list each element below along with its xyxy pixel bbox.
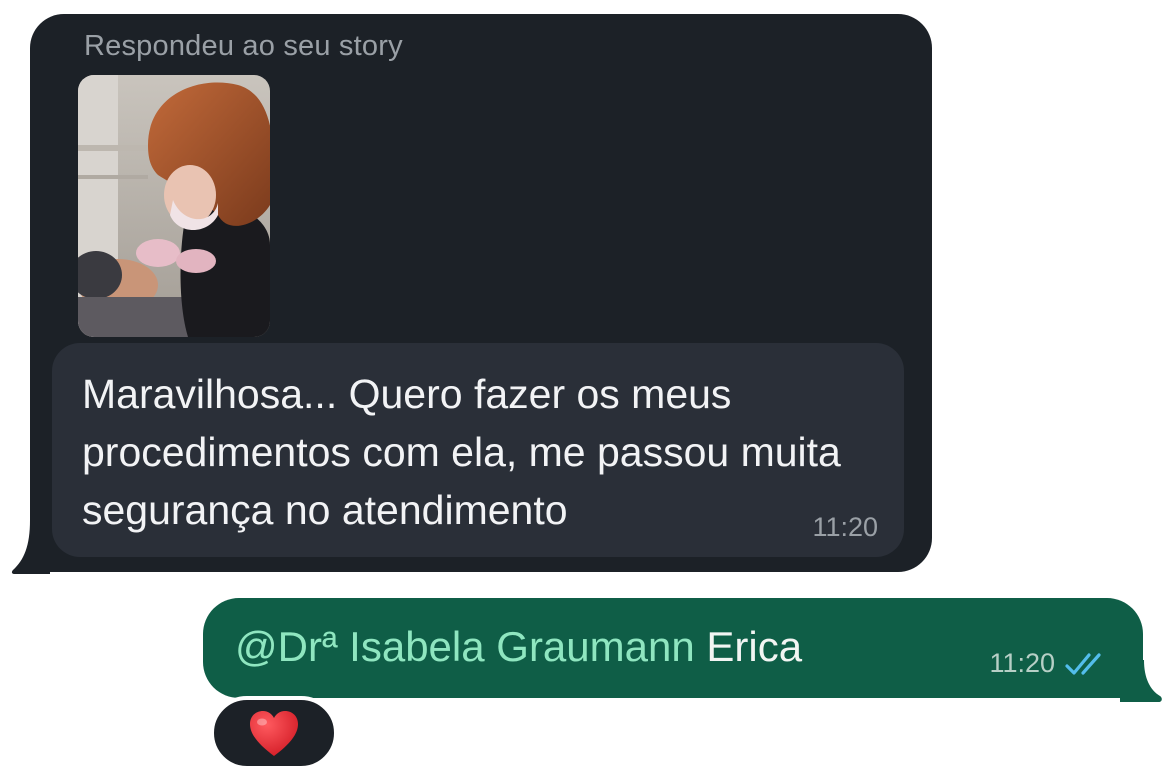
- outgoing-message-body: Erica: [694, 623, 803, 670]
- heart-icon: [250, 711, 298, 756]
- incoming-message-bubble[interactable]: Respondeu ao seu story Maravilhosa... Qu…: [30, 14, 932, 572]
- outgoing-timestamp: 11:20: [989, 648, 1055, 678]
- message-text: Maravilhosa... Quero fazer os meus proce…: [82, 371, 841, 533]
- reaction-badge[interactable]: [210, 696, 338, 770]
- outgoing-message-bubble[interactable]: @Drª Isabela Graumann Erica 11:20: [203, 598, 1143, 698]
- story-image: [78, 75, 270, 337]
- user-mention[interactable]: @Drª Isabela Graumann: [235, 623, 695, 670]
- story-reply-label: Respondeu ao seu story: [84, 30, 403, 62]
- message-meta: 11:20: [989, 648, 1109, 679]
- message-timestamp: 11:20: [812, 512, 878, 542]
- outgoing-message-text: @Drª Isabela Graumann Erica: [235, 620, 802, 674]
- double-check-read-icon: [1065, 652, 1101, 675]
- reply-message-box: Maravilhosa... Quero fazer os meus proce…: [52, 343, 904, 557]
- story-thumbnail[interactable]: [78, 75, 270, 337]
